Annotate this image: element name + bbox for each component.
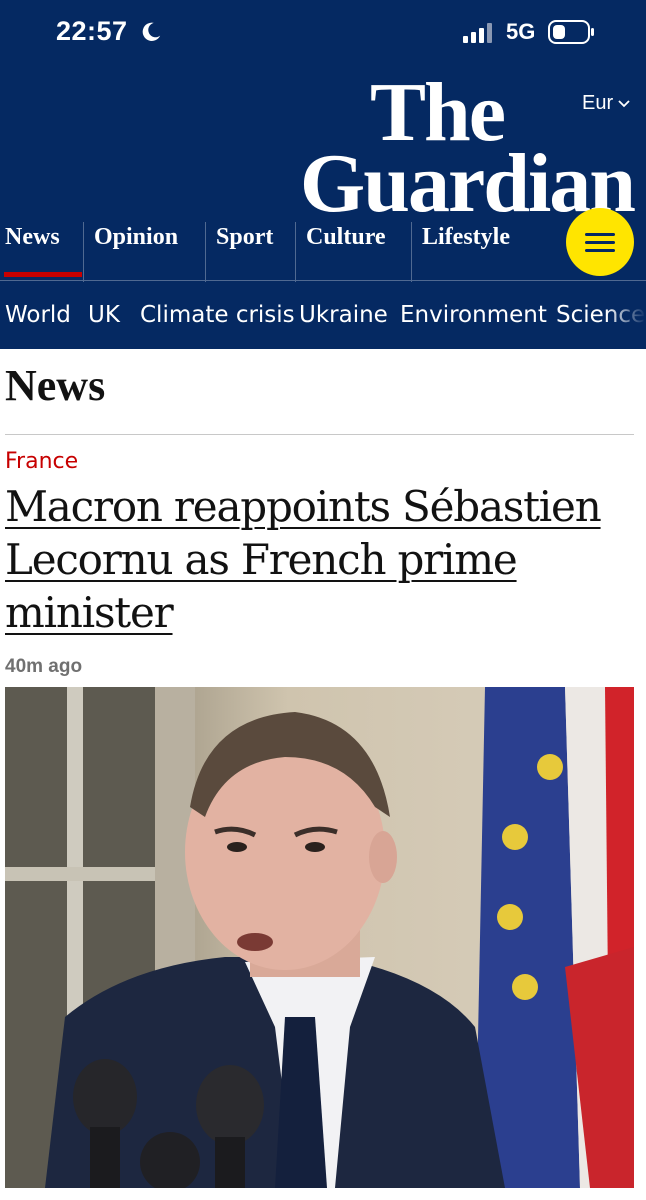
pillar-lifestyle[interactable]: Lifestyle [422,210,510,280]
menu-button[interactable] [566,208,634,276]
battery-icon [548,20,594,44]
guardian-logo[interactable]: The Guardian [299,71,636,230]
article-kicker[interactable]: France [5,449,78,474]
pillar-divider [411,222,412,282]
status-time: 22:57 [56,16,128,46]
subnav-fade [606,282,646,348]
subnav-world[interactable]: World [5,302,71,328]
pillar-divider [205,222,206,282]
section-title: News [5,361,106,410]
menu-icon-bar [585,249,615,252]
signal-icon [463,23,492,43]
nav-divider [0,280,646,281]
pillar-sport[interactable]: Sport [216,210,273,280]
subnav-uk[interactable]: UK [88,302,120,328]
article-headline[interactable]: Macron reappoints Sébastien Lecornu as F… [5,480,641,639]
menu-icon-bar [585,241,615,244]
subnav-climate-crisis[interactable]: Climate crisis [140,302,295,328]
pillar-divider [295,222,296,282]
article-age: 40m ago [5,656,83,677]
network-type: 5G [506,19,536,44]
logo-line-2: Guardian [299,136,636,230]
pillar-culture[interactable]: Culture [306,210,386,280]
subnav-environment[interactable]: Environment [400,302,547,328]
pillar-divider [83,222,84,282]
pillar-news[interactable]: News [5,210,60,280]
menu-icon [585,233,615,236]
sub-nav: World UK Climate crisis Ukraine Environm… [0,282,646,348]
subnav-ukraine[interactable]: Ukraine [299,302,388,328]
section-rule [5,434,634,435]
active-pillar-indicator [4,272,82,277]
site-header: 22:57 5G Eur The Guardian News Opinion S… [0,0,646,349]
article-photo[interactable] [5,687,634,1188]
pillar-opinion[interactable]: Opinion [94,210,178,280]
moon-icon [142,22,161,41]
article-photo-illustration [5,687,634,1188]
pillar-nav: News Opinion Sport Culture Lifestyle [0,210,560,282]
